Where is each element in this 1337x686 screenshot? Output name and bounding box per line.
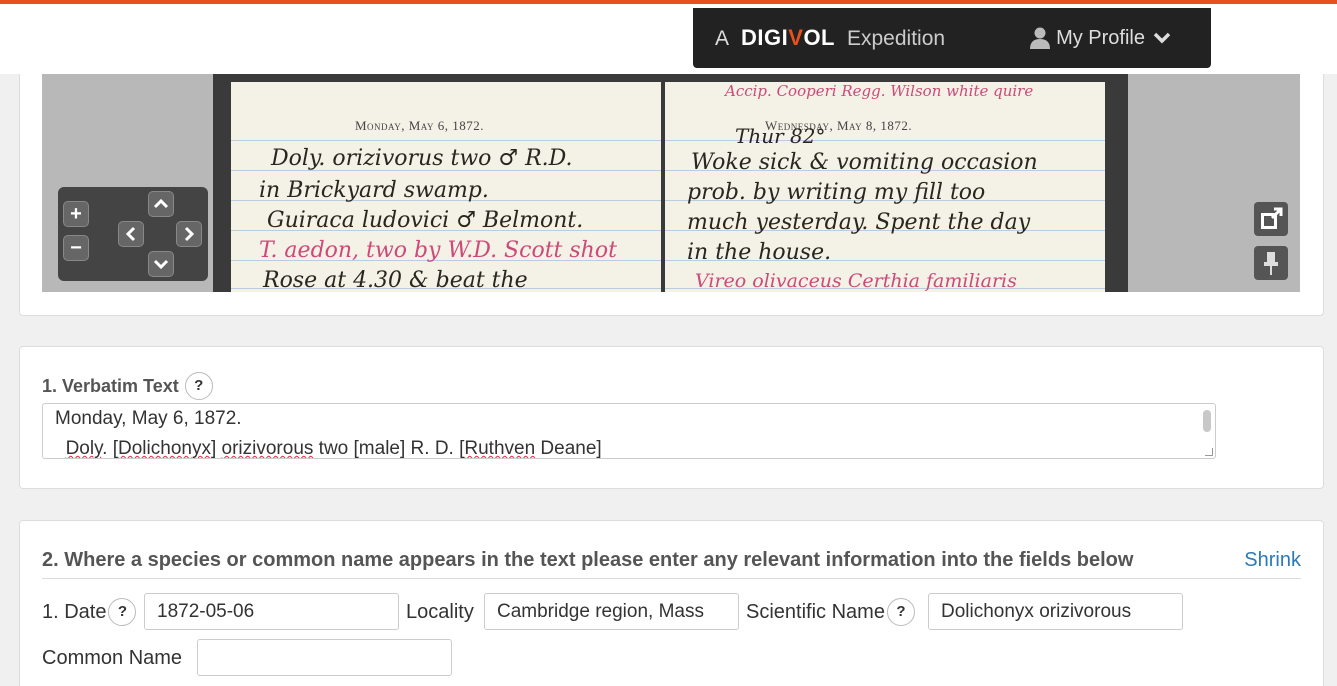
verbatim-text-part: ] xyxy=(210,438,222,459)
image-viewer-panel: Monday, May 6, 1872. Doly. orizivorus tw… xyxy=(19,74,1324,316)
species-section-title: 2. Where a species or common name appear… xyxy=(42,549,1134,571)
digivol-logo: DIGIVOL xyxy=(741,25,835,51)
right-page: Accip. Cooperi Regg. Wilson white quire … xyxy=(665,82,1105,292)
verbatim-text-heading: 1. Verbatim Text ? xyxy=(42,372,213,400)
textarea-scrollbar[interactable] xyxy=(1203,410,1211,432)
date-input[interactable]: 1872-05-06 xyxy=(144,593,399,630)
brand-link[interactable]: A DIGIVOL Expedition xyxy=(715,25,945,51)
brand-prefix: A xyxy=(715,27,730,50)
top-bar: A DIGIVOL Expedition My Profile xyxy=(0,0,1337,74)
handwriting-line: Doly. orizivorus two ♂ R.D. xyxy=(271,146,573,171)
handwriting-line: Vireo olivaceus Certhia familiaris xyxy=(695,270,1017,292)
external-window-icon xyxy=(1261,207,1283,229)
common-name-input[interactable] xyxy=(197,639,452,676)
handwriting-line: T. aedon, two by W.D. Scott shot xyxy=(259,238,617,263)
handwriting-line: Guiraca ludovici ♂ Belmont. xyxy=(267,208,584,233)
verbatim-text-part: two [male] R. D. [ xyxy=(313,438,465,459)
verbatim-text-part: . [ xyxy=(102,438,119,459)
verbatim-text-part: Deane] xyxy=(535,438,602,459)
misspelled-word: Ruthven xyxy=(464,438,536,459)
misspelled-word: orizivorous xyxy=(221,438,314,459)
brand-suffix: Expedition xyxy=(847,27,946,50)
verbatim-text-part xyxy=(55,438,66,458)
popout-button[interactable] xyxy=(1254,202,1288,236)
scientific-name-help-button[interactable]: ? xyxy=(886,598,915,626)
date-label: 1. Date xyxy=(42,600,107,623)
verbatim-text-panel: 1. Verbatim Text ? Monday, May 6, 1872. … xyxy=(19,346,1324,489)
misspelled-word: Doly xyxy=(65,438,103,459)
brand-bar: A DIGIVOL Expedition My Profile xyxy=(693,8,1211,68)
my-profile-label: My Profile xyxy=(1056,26,1145,49)
scientific-name-input[interactable]: Dolichonyx orizivorous xyxy=(928,593,1183,630)
textarea-resize-handle[interactable] xyxy=(1205,448,1213,456)
user-icon xyxy=(1030,27,1051,49)
locality-input[interactable]: Cambridge region, Mass xyxy=(484,593,739,630)
journal-image[interactable]: Monday, May 6, 1872. Doly. orizivorus tw… xyxy=(213,74,1128,292)
shrink-link[interactable]: Shrink xyxy=(1244,549,1301,572)
misspelled-word: Dolichonyx xyxy=(118,438,211,459)
verbatim-text-title: 1. Verbatim Text xyxy=(42,375,179,396)
chevron-left-icon xyxy=(125,226,136,242)
handwriting-line: in Brickyard swamp. xyxy=(259,178,489,203)
handwriting-line: prob. by writing my fill too xyxy=(687,180,986,205)
section-divider xyxy=(42,578,1301,579)
verbatim-help-button[interactable]: ? xyxy=(184,372,213,400)
species-entry-panel: 2. Where a species or common name appear… xyxy=(19,520,1324,686)
handwriting-line: Woke sick & vomiting occasion xyxy=(691,150,1038,175)
scientific-name-label: Scientific Name xyxy=(746,600,885,623)
pan-right-button[interactable] xyxy=(176,221,202,247)
chevron-down-icon xyxy=(153,259,169,270)
logo-part: DIGI xyxy=(741,25,789,50)
image-viewer[interactable]: Monday, May 6, 1872. Doly. orizivorus tw… xyxy=(42,74,1300,292)
verbatim-line: Monday, May 6, 1872. xyxy=(55,408,242,429)
zoom-out-button[interactable]: − xyxy=(63,235,89,261)
pin-button[interactable] xyxy=(1254,246,1288,280)
logo-part: OL xyxy=(803,25,835,50)
handwriting-line: in the house. xyxy=(687,240,832,265)
verbatim-textarea[interactable]: Monday, May 6, 1872. Doly. [Dolichonyx] … xyxy=(42,403,1216,459)
left-page-heading: Monday, May 6, 1872. xyxy=(355,118,484,133)
left-page: Monday, May 6, 1872. Doly. orizivorus tw… xyxy=(231,82,661,292)
my-profile-menu[interactable]: My Profile xyxy=(1030,27,1171,50)
verbatim-line: Doly. [Dolichonyx] orizivorous two [male… xyxy=(55,434,1203,459)
date-label-group: 1. Date ? xyxy=(42,598,137,626)
zoom-in-button[interactable]: + xyxy=(63,201,89,227)
common-name-label: Common Name xyxy=(42,647,183,669)
chevron-down-icon xyxy=(1153,32,1171,44)
scientific-name-label-group: Scientific Name ? xyxy=(746,598,915,626)
handwriting-line: Accip. Cooperi Regg. Wilson white quire xyxy=(725,82,1034,100)
chevron-up-icon xyxy=(153,198,169,209)
chevron-right-icon xyxy=(184,226,195,242)
zoom-pan-controls: + − xyxy=(58,187,208,281)
locality-label: Locality xyxy=(406,601,474,623)
logo-v: V xyxy=(788,25,804,50)
date-help-button[interactable]: ? xyxy=(108,598,137,626)
pan-left-button[interactable] xyxy=(118,221,144,247)
handwriting-line: much yesterday. Spent the day xyxy=(687,210,1031,235)
pan-up-button[interactable] xyxy=(148,191,174,217)
pin-icon xyxy=(1264,252,1278,275)
handwriting-line: Rose at 4.30 & beat the xyxy=(263,268,528,292)
handwriting-line: Thur 82° xyxy=(735,124,826,148)
pan-down-button[interactable] xyxy=(148,251,174,277)
